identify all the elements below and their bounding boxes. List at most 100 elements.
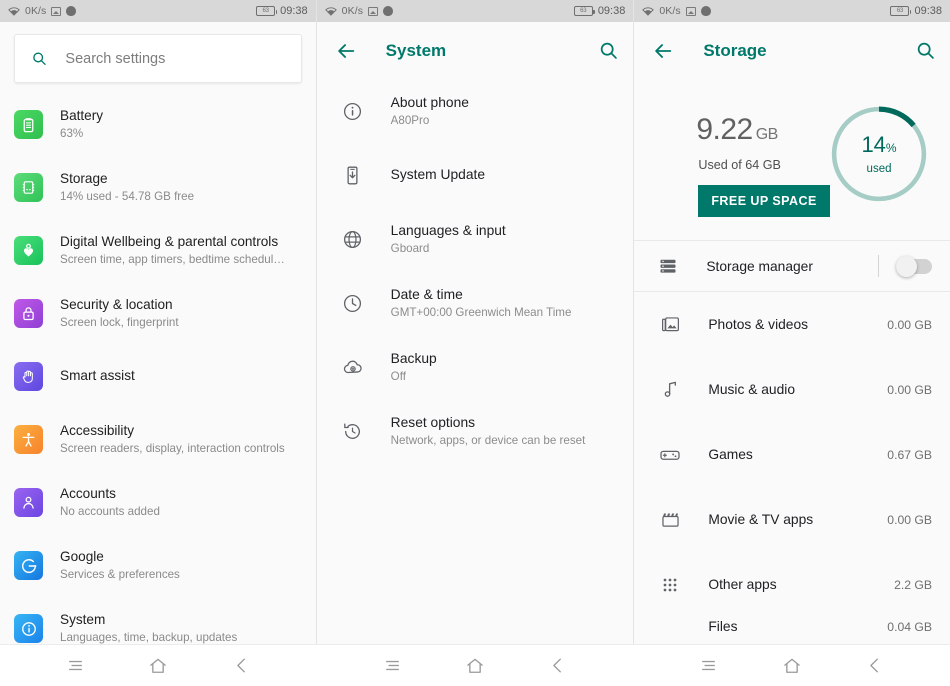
battery-icon: 63 — [573, 6, 595, 16]
storage-manager-toggle[interactable] — [896, 255, 933, 277]
status-bar-left: 0K/s — [642, 5, 711, 17]
system-item-backup[interactable]: Backup Off — [317, 335, 634, 399]
free-up-space-button[interactable]: FREE UP SPACE — [698, 185, 830, 217]
gamepad-icon — [658, 443, 682, 467]
storage-category-other-apps[interactable]: Other apps 2.2 GB — [634, 552, 950, 617]
settings-item-text: Google Services & preferences — [60, 548, 180, 583]
system-item-text: System Update — [391, 166, 485, 184]
storage-category-movie-tv-apps[interactable]: Movie & TV apps 0.00 GB — [634, 487, 950, 552]
home-button[interactable] — [777, 652, 807, 680]
settings-item-digital-wellbeing[interactable]: Digital Wellbeing & parental controls Sc… — [0, 219, 316, 282]
storage-category-line: Games 0.67 GB — [708, 447, 932, 462]
system-item-text: About phone A80Pro — [391, 94, 469, 128]
settings-item-google[interactable]: Google Services & preferences — [0, 534, 316, 597]
storage-manager-label: Storage manager — [706, 258, 813, 274]
storage-categories-list[interactable]: Photos & videos 0.00 GB Music & audio 0.… — [634, 292, 950, 686]
settings-screen: 0K/s 63 09:38 Search settings Battery 63… — [0, 0, 317, 686]
system-screen: 0K/s 63 09:38 System About phone A80Pro … — [316, 0, 635, 686]
storage-category-line: Music & audio 0.00 GB — [708, 382, 932, 397]
page-title: Storage — [703, 40, 767, 60]
settings-item-subtitle: Screen readers, display, interaction con… — [60, 442, 285, 455]
storage-category-name: Games — [708, 447, 753, 462]
settings-item-accounts[interactable]: Accounts No accounts added — [0, 471, 316, 534]
system-item-subtitle: Gboard — [390, 242, 430, 255]
system-list[interactable]: About phone A80Pro System Update Languag… — [316, 79, 634, 686]
storage-percent: 14% — [861, 133, 897, 159]
settings-item-subtitle: 14% used - 54.78 GB free — [60, 190, 195, 203]
system-item-system-update[interactable]: System Update — [317, 143, 634, 207]
image-icon — [51, 6, 62, 16]
system-item-title: System Update — [390, 167, 485, 182]
clock-time: 09:38 — [280, 5, 308, 17]
status-bar-right: 63 09:38 — [890, 5, 942, 17]
cloud-upload-icon — [341, 355, 365, 379]
storage-category-body: Movie & TV apps 0.00 GB — [708, 512, 932, 527]
storage-category-body: Games 0.67 GB — [708, 447, 932, 462]
storage-category-line: Other apps 2.2 GB — [708, 577, 932, 592]
settings-item-text: Battery 63% — [60, 107, 103, 142]
system-item-reset-options[interactable]: Reset options Network, apps, or device c… — [317, 399, 634, 463]
system-item-subtitle: A80Pro — [390, 114, 430, 127]
clock-icon — [341, 291, 365, 315]
battery-level: 63 — [580, 8, 587, 14]
search-input[interactable] — [65, 50, 285, 67]
back-arrow-icon[interactable] — [652, 40, 674, 62]
settings-item-storage[interactable]: Storage 14% used - 54.78 GB free — [0, 156, 316, 219]
settings-item-title: System — [60, 612, 106, 627]
system-item-title: Backup — [390, 351, 437, 366]
back-button[interactable] — [226, 652, 256, 680]
system-app-bar: System — [316, 22, 634, 79]
recents-button[interactable] — [694, 652, 724, 680]
settings-item-accessibility[interactable]: Accessibility Screen readers, display, i… — [0, 408, 316, 471]
storage-app-bar: Storage — [634, 22, 950, 79]
hand-icon — [14, 362, 43, 391]
home-button[interactable] — [143, 652, 173, 680]
settings-item-battery[interactable]: Battery 63% — [0, 93, 316, 156]
three-panel-screenshot: 0K/s 63 09:38 Search settings Battery 63… — [0, 0, 950, 686]
storage-manager-row[interactable]: Storage manager — [634, 241, 950, 292]
status-bar: 0K/s 63 09:38 — [0, 0, 316, 22]
page-title: System — [385, 40, 447, 60]
clock-time: 09:38 — [914, 5, 943, 17]
storage-category-body: Files 0.04 GB — [708, 617, 932, 634]
settings-item-security-location[interactable]: Security & location Screen lock, fingerp… — [0, 282, 316, 345]
settings-item-text: Digital Wellbeing & parental controls Sc… — [60, 233, 285, 268]
storage-category-games[interactable]: Games 0.67 GB — [634, 422, 950, 487]
battery-icon: 63 — [256, 6, 278, 16]
recents-button[interactable] — [60, 652, 90, 680]
system-update-icon — [341, 163, 365, 187]
home-button[interactable] — [460, 652, 490, 680]
search-icon[interactable] — [598, 40, 619, 61]
back-button[interactable] — [543, 652, 573, 680]
storage-category-photos-videos[interactable]: Photos & videos 0.00 GB — [634, 292, 950, 357]
search-settings-box[interactable] — [14, 34, 302, 83]
system-item-languages-input[interactable]: Languages & input Gboard — [317, 207, 634, 271]
recents-button[interactable] — [377, 652, 407, 680]
globe-icon — [341, 227, 365, 251]
settings-list[interactable]: Battery 63% Storage 14% used - 54.78 GB … — [0, 93, 316, 686]
battery-icon: 63 — [890, 6, 912, 16]
system-item-about-phone[interactable]: About phone A80Pro — [317, 79, 634, 143]
settings-item-title: Google — [60, 549, 104, 564]
nav-segment-right — [633, 645, 950, 686]
storage-category-music-audio[interactable]: Music & audio 0.00 GB — [634, 357, 950, 422]
storage-category-files[interactable]: Files 0.04 GB — [634, 617, 950, 639]
storage-summary: 9.22 GB Used of 64 GB FREE UP SPACE 14% u… — [634, 79, 950, 241]
back-button[interactable] — [860, 652, 890, 680]
storage-category-size: 0.67 GB — [887, 448, 933, 462]
percent-symbol: % — [885, 140, 897, 155]
storage-used-number: 9.22 — [696, 113, 753, 146]
settings-item-subtitle: 63% — [60, 127, 84, 140]
status-bar-left: 0K/s — [8, 5, 77, 17]
info-icon — [14, 614, 43, 643]
settings-item-text: System Languages, time, backup, updates — [60, 611, 237, 646]
status-bar: 0K/s 63 09:38 — [634, 0, 950, 22]
system-item-date-time[interactable]: Date & time GMT+00:00 Greenwich Mean Tim… — [317, 271, 634, 335]
search-bar-container — [0, 22, 316, 93]
storage-category-name: Music & audio — [708, 382, 795, 397]
storage-category-name: Movie & TV apps — [708, 512, 814, 527]
status-bar-right: 63 09:38 — [573, 5, 625, 17]
search-icon[interactable] — [915, 40, 936, 61]
settings-item-smart-assist[interactable]: Smart assist — [0, 345, 316, 408]
back-arrow-icon[interactable] — [335, 40, 357, 62]
